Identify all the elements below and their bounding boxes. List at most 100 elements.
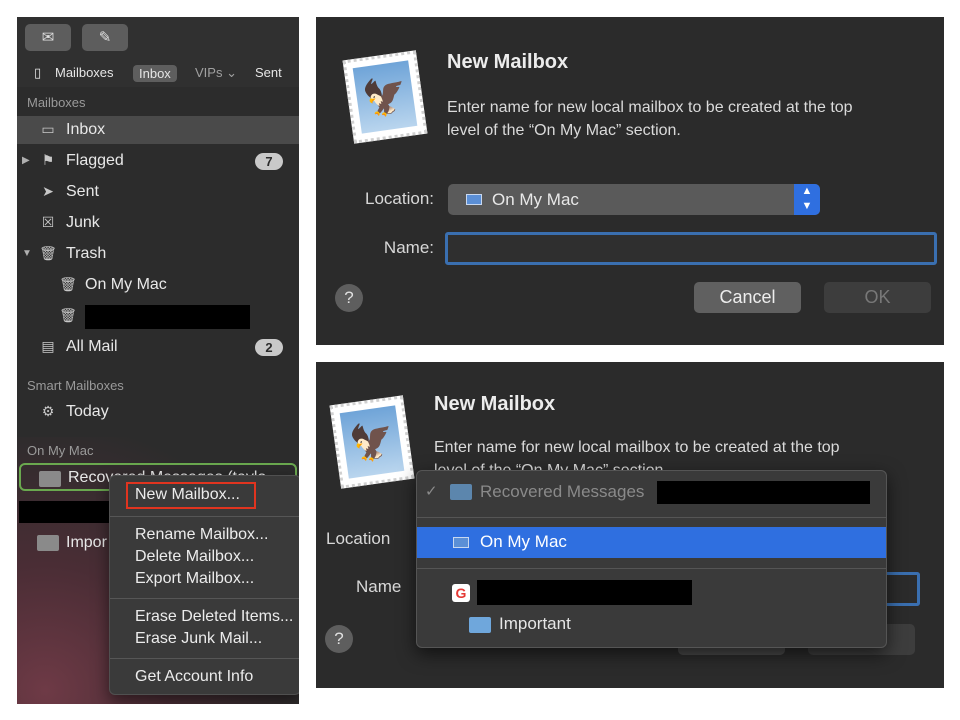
- sidebar-item-label: Sent: [66, 183, 99, 200]
- sidebar-item-junk[interactable]: ☒ Junk: [17, 209, 299, 237]
- location-label: Location:: [365, 189, 434, 208]
- menu-item-rename-mailbox[interactable]: Rename Mailbox...: [135, 526, 268, 544]
- inbox-tray-icon: ▭: [41, 121, 55, 137]
- menu-item-erase-junk[interactable]: Erase Junk Mail...: [135, 630, 262, 648]
- folder-icon: [450, 484, 472, 500]
- favorites-bar: ▯ Mailboxes Inbox VIPs ⌄ Sent: [17, 59, 299, 87]
- dropdown-item-label: On My Mac: [480, 532, 567, 551]
- mailbox-name-input[interactable]: [445, 232, 937, 265]
- unread-count-badge: 7: [255, 153, 283, 170]
- sidebar-toggle-icon[interactable]: ▯: [34, 65, 41, 81]
- help-button[interactable]: ?: [335, 284, 363, 312]
- compose-icon: ✎: [98, 29, 112, 46]
- trash-icon: 🗑: [59, 307, 77, 323]
- dialog-description: Enter name for new local mailbox to be c…: [447, 96, 853, 142]
- mail-stamp-icon: 🦅: [329, 395, 415, 489]
- section-on-my-mac: On My Mac: [27, 443, 94, 458]
- redacted-account-name: [477, 580, 692, 605]
- location-label: Location: [326, 529, 391, 548]
- dropdown-item-important[interactable]: Important: [417, 609, 886, 640]
- dialog-title: New Mailbox: [447, 51, 569, 73]
- section-mailboxes: Mailboxes: [27, 95, 86, 110]
- sidebar-item-trash-on-my-mac[interactable]: 🗑 On My Mac: [17, 271, 299, 299]
- menu-separator: [110, 598, 299, 599]
- unread-count-badge: 2: [255, 339, 283, 356]
- redacted-account-name: [19, 501, 111, 523]
- sidebar-item-label: Impor: [66, 534, 107, 551]
- folder-icon: [39, 471, 61, 487]
- fav-mailboxes[interactable]: Mailboxes: [55, 65, 114, 80]
- sidebar-item-label: Trash: [66, 245, 107, 262]
- dropdown-item-google-account[interactable]: G: [417, 577, 886, 608]
- section-smart-mailboxes: Smart Mailboxes: [27, 378, 124, 393]
- folder-icon: [469, 617, 491, 633]
- fav-vips[interactable]: VIPs ⌄: [195, 65, 237, 81]
- trash-icon: 🗑: [59, 276, 77, 292]
- flag-icon: ⚑: [41, 152, 55, 168]
- checkmark-icon: ✓: [425, 483, 438, 500]
- archive-box-icon: ▤: [41, 338, 55, 354]
- sidebar-item-label: Today: [66, 403, 109, 420]
- mail-sidebar: ✉ ✎ ▯ Mailboxes Inbox VIPs ⌄ Sent Mailbo…: [17, 17, 299, 704]
- sidebar-item-trash-account[interactable]: 🗑: [17, 302, 299, 330]
- sidebar-item-sent[interactable]: ➤ Sent: [17, 178, 299, 206]
- menu-item-delete-mailbox[interactable]: Delete Mailbox...: [135, 548, 254, 566]
- new-mailbox-dialog: 🦅 New Mailbox Enter name for new local m…: [316, 17, 944, 345]
- sidebar-item-trash[interactable]: ▼ 🗑 Trash: [17, 240, 299, 268]
- menu-item-new-mailbox[interactable]: New Mailbox...: [135, 486, 240, 504]
- menu-separator: [110, 516, 299, 517]
- dropdown-separator: [417, 568, 886, 569]
- dropdown-separator: [417, 517, 886, 518]
- dialog-title: New Mailbox: [434, 393, 556, 415]
- dialog-description-line: level of the “On My Mac” section.: [447, 122, 681, 139]
- mailbox-context-menu: New Mailbox... Rename Mailbox... Delete …: [109, 475, 299, 695]
- menu-separator: [110, 658, 299, 659]
- mail-stamp-icon: 🦅: [342, 50, 428, 144]
- sidebar-item-label: On My Mac: [85, 276, 167, 293]
- sidebar-item-label: Flagged: [66, 152, 124, 169]
- sidebar-toolbar: ✉ ✎: [17, 17, 299, 65]
- junk-bin-icon: ☒: [41, 214, 55, 230]
- redacted-account-name: [85, 305, 250, 329]
- name-label: Name:: [383, 238, 434, 257]
- get-mail-button[interactable]: ✉: [25, 24, 71, 51]
- dialog-description-line: Enter name for new local mailbox to be c…: [447, 99, 853, 116]
- menu-item-erase-deleted[interactable]: Erase Deleted Items...: [135, 608, 293, 626]
- dropdown-item-label: Recovered Messages: [480, 482, 645, 501]
- folder-icon: [37, 535, 59, 551]
- sidebar-item-flagged[interactable]: ▶ ⚑ Flagged 7: [17, 147, 299, 175]
- ok-button[interactable]: OK: [824, 282, 931, 313]
- sidebar-item-inbox[interactable]: ▭ Inbox: [17, 116, 299, 144]
- sidebar-item-today[interactable]: ⚙ Today: [17, 398, 299, 426]
- disclosure-right-icon[interactable]: ▶: [22, 155, 30, 166]
- location-dropdown-list: ✓ Recovered Messages On My Mac G Importa…: [416, 470, 887, 648]
- chevron-updown-icon: ▲ ▼: [794, 184, 820, 215]
- gear-icon: ⚙: [41, 403, 55, 419]
- disclosure-down-icon[interactable]: ▼: [22, 248, 32, 259]
- fav-inbox[interactable]: Inbox: [133, 65, 177, 82]
- google-icon: G: [452, 584, 470, 602]
- sidebar-item-label: All Mail: [66, 338, 118, 355]
- sidebar-item-label: Junk: [66, 214, 100, 231]
- dropdown-item-on-my-mac[interactable]: On My Mac: [417, 527, 886, 558]
- new-mailbox-dialog-dropdown-open: 🦅 New Mailbox Enter name for new local m…: [316, 362, 944, 688]
- paper-plane-icon: ➤: [42, 183, 54, 199]
- computer-icon: [453, 537, 469, 548]
- envelope-icon: ✉: [41, 29, 55, 46]
- dialog-description-line: Enter name for new local mailbox to be c…: [434, 439, 840, 456]
- location-popup[interactable]: On My Mac ▲ ▼: [448, 184, 820, 215]
- redacted-account-name: [657, 481, 870, 504]
- menu-item-get-account-info[interactable]: Get Account Info: [135, 668, 253, 686]
- dropdown-item-recovered-messages[interactable]: ✓ Recovered Messages: [417, 477, 886, 508]
- location-value: On My Mac: [492, 190, 579, 209]
- computer-icon: [466, 194, 482, 205]
- fav-sent[interactable]: Sent: [255, 65, 282, 80]
- name-label: Name: [356, 577, 402, 596]
- trash-icon: 🗑: [39, 245, 57, 261]
- sidebar-item-label: Inbox: [66, 121, 106, 138]
- sidebar-item-all-mail[interactable]: ▤ All Mail 2: [17, 333, 299, 361]
- compose-button[interactable]: ✎: [82, 24, 128, 51]
- cancel-button[interactable]: Cancel: [694, 282, 801, 313]
- help-button[interactable]: ?: [325, 625, 353, 653]
- menu-item-export-mailbox[interactable]: Export Mailbox...: [135, 570, 254, 588]
